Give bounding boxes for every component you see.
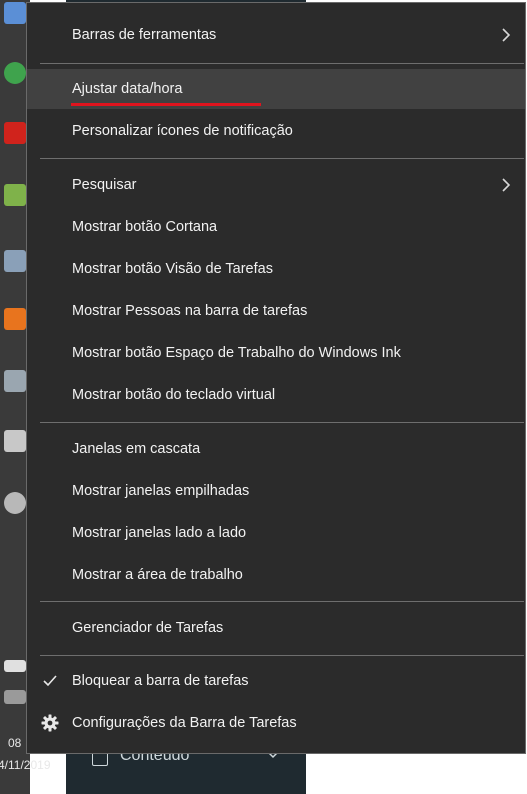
app-icon-2[interactable] [4,62,26,84]
chevron-right-icon [499,26,513,44]
checkmark-icon [41,672,59,690]
menu-item-label: Configurações da Barra de Tarefas [72,715,297,731]
app-icon-7[interactable] [4,370,26,392]
menu-separator [40,63,524,64]
menu-item-gerenciador-tarefas[interactable]: Gerenciador de Tarefas [27,608,525,648]
menu-item-label: Mostrar botão Visão de Tarefas [72,261,273,277]
battery-icon[interactable] [4,660,26,672]
menu-item-mostrar-teclado-virtual[interactable]: Mostrar botão do teclado virtual [27,375,525,415]
menu-item-janelas-empilhadas[interactable]: Mostrar janelas empilhadas [27,471,525,511]
menu-item-label: Mostrar Pessoas na barra de tarefas [72,303,308,319]
menu-item-janelas-lado-a-lado[interactable]: Mostrar janelas lado a lado [27,513,525,553]
menu-separator [40,158,524,159]
menu-item-mostrar-windows-ink[interactable]: Mostrar botão Espaço de Trabalho do Wind… [27,333,525,373]
menu-item-label: Mostrar janelas lado a lado [72,525,247,541]
menu-separator [40,422,524,423]
menu-item-pesquisar[interactable]: Pesquisar [27,165,525,205]
menu-item-barras-de-ferramentas[interactable]: Barras de ferramentas [27,15,525,55]
gear-icon [41,714,59,732]
menu-item-configuracoes-barra[interactable]: Configurações da Barra de Tarefas [27,703,525,743]
taskbar-context-menu: Barras de ferramentas Ajustar data/hora … [26,2,526,754]
annotation-underline [71,103,261,106]
menu-item-label: Barras de ferramentas [72,27,217,43]
menu-item-label: Mostrar janelas empilhadas [72,483,250,499]
app-icon-1[interactable] [4,2,26,24]
menu-item-mostrar-cortana[interactable]: Mostrar botão Cortana [27,207,525,247]
menu-item-bloquear-barra[interactable]: Bloquear a barra de tarefas [27,661,525,701]
menu-item-label: Janelas em cascata [72,441,201,457]
app-icon-4[interactable] [4,184,26,206]
menu-item-label: Gerenciador de Tarefas [72,620,224,636]
app-icon-6[interactable] [4,308,26,330]
taskbar-time: 08 [8,736,22,750]
app-icon-9[interactable] [4,492,26,514]
menu-item-label: Mostrar botão do teclado virtual [72,387,276,403]
app-icon-3[interactable] [4,122,26,144]
app-icon-5[interactable] [4,250,26,272]
menu-item-mostrar-area-trabalho[interactable]: Mostrar a área de trabalho [27,555,525,595]
menu-item-label: Mostrar a área de trabalho [72,567,243,583]
menu-separator [40,601,524,602]
menu-item-label: Pesquisar [72,177,137,193]
menu-item-label: Mostrar botão Cortana [72,219,218,235]
app-icon-8[interactable] [4,430,26,452]
menu-item-janelas-cascata[interactable]: Janelas em cascata [27,429,525,469]
menu-separator [40,655,524,656]
menu-item-personalizar-icones[interactable]: Personalizar ícones de notificação [27,111,525,151]
menu-item-label: Ajustar data/hora [72,81,183,97]
wifi-icon[interactable] [4,690,26,704]
menu-item-label: Personalizar ícones de notificação [72,123,293,139]
menu-item-label: Bloquear a barra de tarefas [72,673,249,689]
menu-item-mostrar-visao-tarefas[interactable]: Mostrar botão Visão de Tarefas [27,249,525,289]
menu-item-mostrar-pessoas[interactable]: Mostrar Pessoas na barra de tarefas [27,291,525,331]
taskbar-date: 4/11/2019 [0,758,51,772]
menu-item-label: Mostrar botão Espaço de Trabalho do Wind… [72,345,401,361]
chevron-right-icon [499,176,513,194]
